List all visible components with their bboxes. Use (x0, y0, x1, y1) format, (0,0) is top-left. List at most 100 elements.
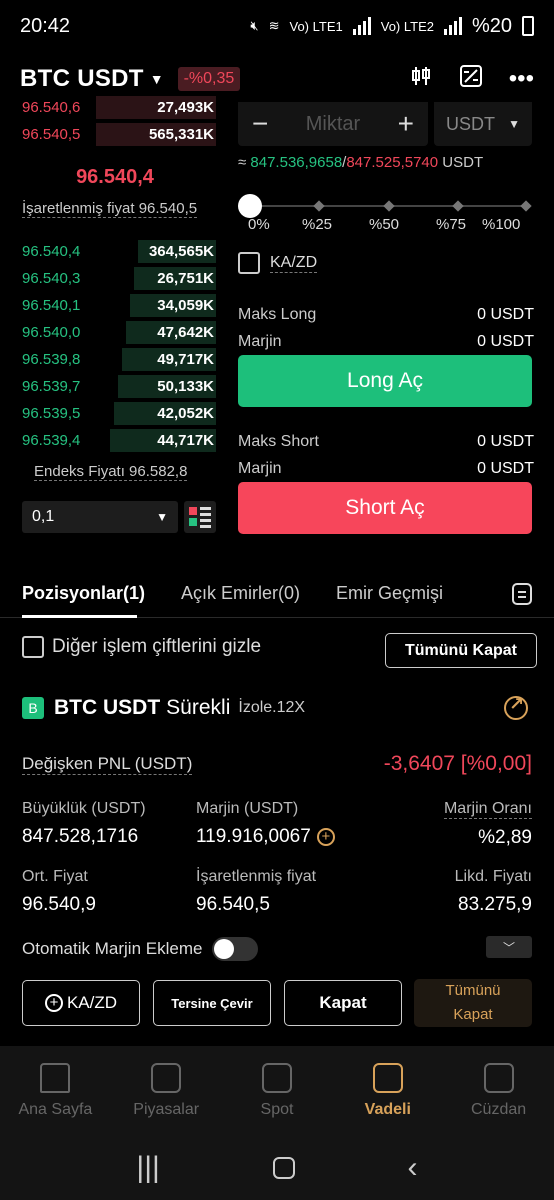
nav-home[interactable]: Ana Sayfa (0, 1046, 111, 1136)
tab-positions[interactable]: Pozisyonlar(1) (22, 570, 145, 618)
close-all-position-button[interactable]: Tümünü Kapat (414, 979, 532, 1027)
nav-spot-label: Spot (260, 1101, 294, 1118)
precision-select[interactable]: 0,1 ▼ (22, 501, 178, 533)
amount-input[interactable]: − Miktar + (238, 102, 428, 146)
close-all-line-1: Tümünü (445, 982, 501, 999)
unrealized-pnl-label[interactable]: Değişken PNL (USDT) (22, 754, 193, 775)
back-icon[interactable]: ‹ (408, 1151, 418, 1185)
margin-short-row: Marjin 0 USDT (238, 460, 534, 478)
approx-sell: 847.525,5740 (346, 154, 439, 171)
bid-qty: 50,133K (157, 378, 214, 395)
slider-tick (383, 200, 395, 212)
plus-circle-icon: + (44, 994, 63, 1012)
spot-exchange-icon (261, 1063, 292, 1093)
ask-row[interactable]: 96.540,5 565,331K (0, 121, 230, 148)
nav-wallet[interactable]: Cüzdan (443, 1046, 554, 1136)
nav-home-label: Ana Sayfa (18, 1101, 93, 1118)
close-position-button[interactable]: Kapat (284, 980, 402, 1026)
kazd-checkbox[interactable] (238, 252, 260, 274)
ask-row[interactable]: 96.540,6 27,493K (0, 94, 230, 121)
nav-spot[interactable]: Spot (222, 1046, 333, 1136)
bid-qty: 42,052K (157, 405, 214, 422)
bid-qty: 44,717K (157, 432, 214, 449)
nav-futures[interactable]: Vadeli (332, 1046, 443, 1136)
avg-price-label: Ort. Fiyat (22, 868, 88, 885)
position-leverage[interactable]: İzole.12X (238, 699, 305, 717)
kazd-button[interactable]: + KA/ZD (22, 980, 140, 1026)
plus-button[interactable]: + (398, 108, 414, 140)
bid-row[interactable]: 96.539,7 50,133K (0, 373, 230, 400)
max-short-value: 0 USDT (477, 433, 534, 450)
margin-ratio-cell: Marjin Oranı %2,89 (443, 800, 532, 849)
max-long-row: Maks Long 0 USDT (238, 306, 534, 324)
network-label-1: Vo) LTE1 (289, 18, 343, 34)
index-price[interactable]: Endeks Fiyatı 96.582,8 (34, 463, 188, 481)
hide-other-pairs-checkbox[interactable] (22, 636, 44, 658)
bid-price: 96.540,0 (22, 324, 81, 341)
bid-row[interactable]: 96.540,0 47,642K (0, 319, 230, 346)
margin-value: 119.916,0067 (196, 826, 311, 847)
approx-unit: USDT (438, 154, 484, 171)
slider-label[interactable]: %75 (436, 216, 466, 233)
ask-price: 96.540,6 (22, 99, 81, 116)
amount-slider[interactable] (238, 194, 534, 218)
size-value: 847.528,1716 (22, 826, 139, 847)
mark-price-cell: İşaretlenmiş fiyat 96.540,5 (196, 868, 316, 916)
approx-buy: 847.536,9658 (250, 154, 343, 171)
nav-futures-label: Vadeli (364, 1101, 411, 1118)
slider-label[interactable]: %50 (369, 216, 399, 233)
recent-apps-icon[interactable]: ||| (136, 1151, 159, 1185)
book-layout-icon[interactable] (184, 501, 216, 533)
bid-row[interactable]: 96.539,5 42,052K (0, 400, 230, 427)
network-label-2: Vo) LTE2 (380, 18, 434, 34)
nav-markets[interactable]: Piyasalar (111, 1046, 222, 1136)
size-label: Büyüklük (USDT) (22, 800, 146, 817)
open-long-button[interactable]: Long Aç (238, 355, 532, 407)
margin-ratio-label[interactable]: Marjin Oranı (443, 800, 532, 819)
futures-icon (372, 1063, 403, 1093)
more-options-icon[interactable]: ••• (509, 65, 534, 93)
hide-other-pairs-label: Diğer işlem çiftlerini gizle (52, 636, 262, 657)
slider-label[interactable]: %25 (302, 216, 332, 233)
bid-row[interactable]: 96.539,4 44,717K (0, 427, 230, 454)
tab-open-orders[interactable]: Açık Emirler(0) (181, 570, 300, 618)
auto-margin-toggle[interactable] (212, 937, 259, 961)
max-long-value: 0 USDT (477, 306, 534, 323)
close-all-button[interactable]: Tümünü Kapat (385, 633, 537, 668)
home-button-icon[interactable] (272, 1157, 295, 1179)
document-icon[interactable] (512, 582, 532, 605)
slider-label[interactable]: 0% (248, 216, 270, 233)
home-icon (40, 1063, 71, 1093)
slider-handle[interactable] (238, 194, 262, 218)
bid-price: 96.540,4 (22, 243, 81, 260)
chevron-down-icon[interactable]: ▼ (150, 71, 164, 87)
tab-order-history[interactable]: Emir Geçmişi (336, 570, 443, 618)
bid-qty: 49,717K (157, 351, 214, 368)
signal-icon-2 (443, 17, 462, 35)
expand-chevron-icon[interactable]: ﹀ (486, 936, 532, 958)
candlestick-chart-icon[interactable] (409, 64, 433, 95)
slider-label[interactable]: %100 (482, 216, 520, 233)
minus-button[interactable]: − (252, 108, 268, 140)
margin-cell: Marjin (USDT) 119.916,0067 + (196, 800, 335, 848)
share-icon[interactable] (504, 694, 528, 720)
unit-select[interactable]: USDT ▼ (434, 102, 532, 146)
system-nav-bar: ||| ‹ (0, 1136, 554, 1200)
open-short-button[interactable]: Short Aç (238, 482, 532, 534)
bid-row[interactable]: 96.540,1 34,059K (0, 292, 230, 319)
pair-selector[interactable]: BTC USDT (20, 65, 144, 93)
chevron-down-icon: ▼ (508, 117, 520, 131)
mark-price-line[interactable]: İşaretlenmiş fiyat 96.540,5 (22, 200, 198, 218)
bid-price: 96.539,7 (22, 378, 81, 395)
order-book-asks: 96.540,6 27,493K 96.540,5 565,331K (0, 96, 230, 148)
bid-row[interactable]: 96.540,4 364,565K (0, 238, 230, 265)
bid-row[interactable]: 96.540,3 26,751K (0, 265, 230, 292)
calculator-icon[interactable] (459, 64, 483, 95)
status-bar: 20:42 🔇︎ ≋ Vo) LTE1 Vo) LTE2 %20 (0, 0, 554, 52)
bid-row[interactable]: 96.539,8 49,717K (0, 346, 230, 373)
kazd-toggle[interactable]: KA/ZD (238, 252, 318, 274)
hide-other-pairs[interactable]: Diğer işlem çiftlerini gizle (22, 636, 261, 658)
reverse-button[interactable]: Tersine Çevir (153, 980, 271, 1026)
margin-label: Marjin (238, 333, 282, 350)
add-margin-icon[interactable]: + (316, 827, 335, 846)
